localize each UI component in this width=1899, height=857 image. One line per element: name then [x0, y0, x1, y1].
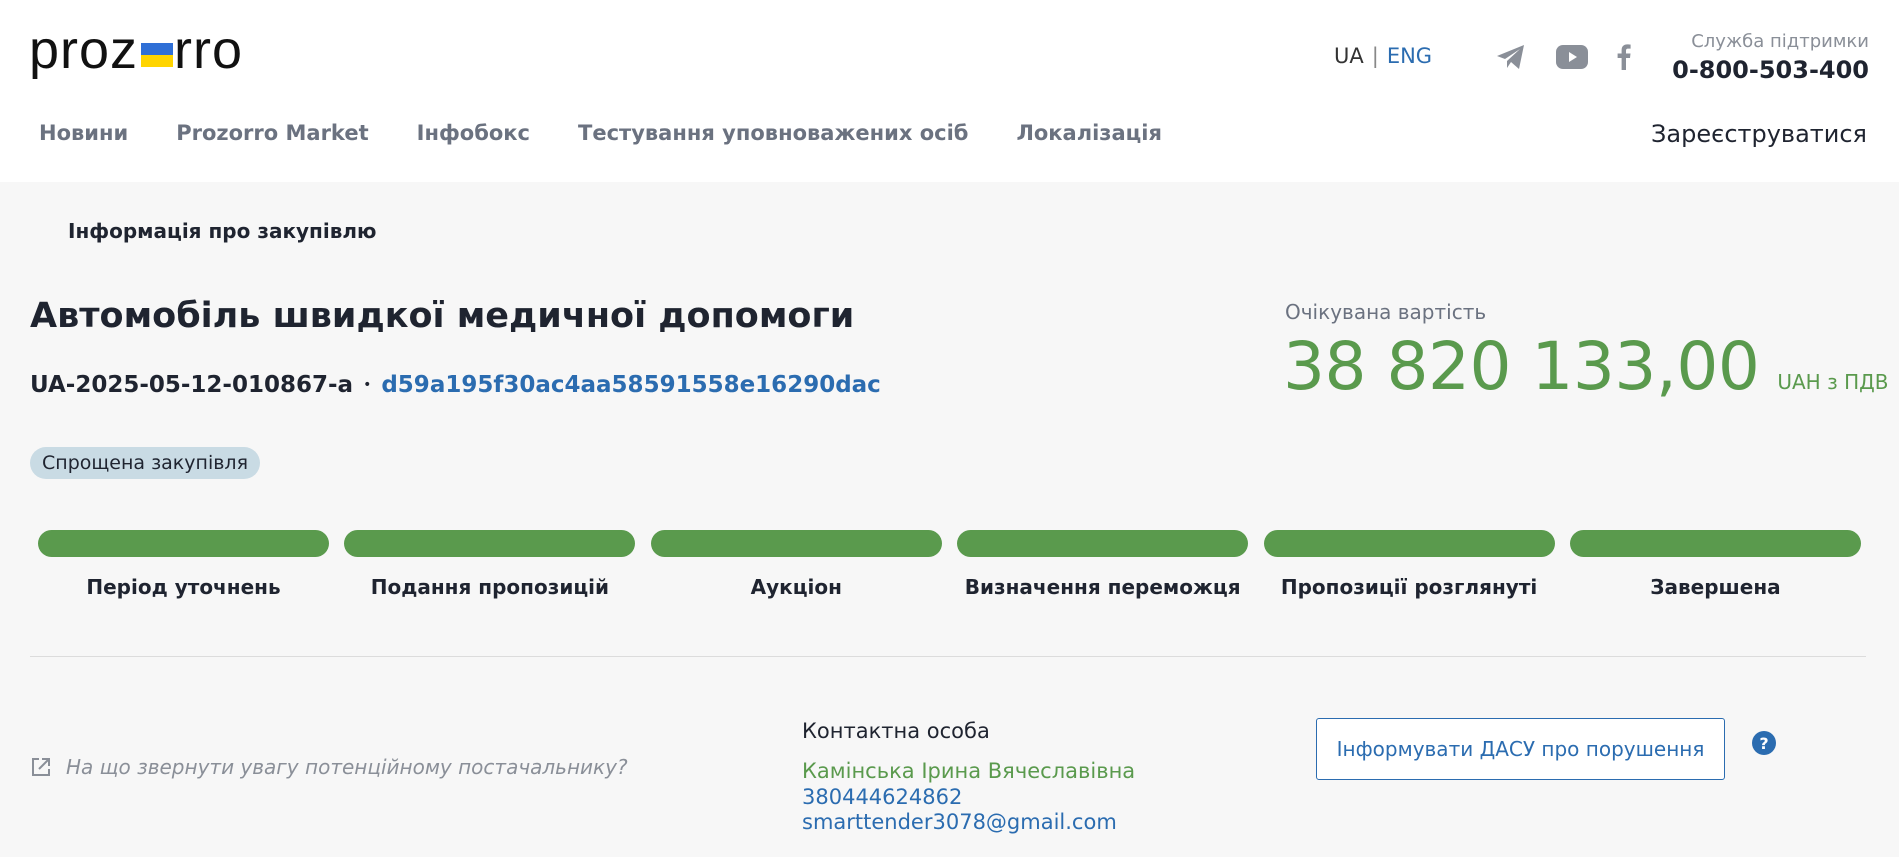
- status-step-bar: [1263, 530, 1555, 557]
- tender-title: Автомобіль швидкої медичної допомоги: [30, 296, 855, 336]
- lang-ua[interactable]: UA: [1334, 44, 1364, 68]
- prozorro-logo[interactable]: proz rro: [29, 20, 243, 80]
- logo-text-right: rro: [174, 20, 244, 80]
- inform-dasu-button[interactable]: Інформувати ДАСУ про порушення: [1316, 718, 1725, 780]
- status-step-label: Аукціон: [750, 575, 842, 599]
- contact-person: Контактна особа Камінська Ірина Вячеслав…: [802, 719, 1135, 834]
- lang-eng[interactable]: ENG: [1387, 44, 1432, 68]
- contact-phone[interactable]: 380444624862: [802, 785, 1135, 809]
- expected-value-label: Очікувана вартість: [1285, 300, 1487, 324]
- id-separator: •: [363, 377, 372, 393]
- support-label: Служба підтримки: [1691, 31, 1869, 52]
- flag-yellow-stripe: [141, 55, 174, 67]
- procedure-badge: Спрощена закупівля: [30, 447, 261, 479]
- contact-email[interactable]: smarttender3078@gmail.com: [802, 810, 1135, 834]
- status-step-label: Подання пропозицій: [370, 575, 610, 599]
- main-nav: Новини Prozorro Market Інфобокс Тестуван…: [39, 121, 1210, 145]
- tender-id: UA-2025-05-12-010867-a: [30, 372, 354, 398]
- status-step-label: Завершена: [1650, 575, 1781, 599]
- contact-name: Камінська Ірина Вячеславівна: [802, 759, 1136, 783]
- facebook-icon[interactable]: [1614, 40, 1634, 74]
- nav-item-testing[interactable]: Тестування уповноважених осіб: [578, 121, 968, 145]
- tender-main: Інформація про закупівлю Автомобіль швид…: [0, 182, 1899, 857]
- support-block: Служба підтримки 0-800-503-400: [1672, 31, 1869, 84]
- supplier-hint-text: На що звернути увагу потенційному постач…: [66, 755, 628, 779]
- status-step: Визначення переможця: [957, 530, 1249, 599]
- status-step: Подання пропозицій: [344, 530, 636, 599]
- status-step-bar: [650, 530, 942, 557]
- status-step-bar: [1569, 530, 1861, 557]
- expected-value: 38 820 133,00 UAH з ПДВ: [1283, 328, 1888, 405]
- nav-item-market[interactable]: Prozorro Market: [176, 121, 368, 145]
- support-phone[interactable]: 0-800-503-400: [1672, 56, 1869, 84]
- language-switcher: UA | ENG: [1334, 44, 1432, 68]
- status-step: Аукціон: [650, 530, 942, 599]
- logo-text-left: proz: [29, 20, 139, 80]
- flag-blue-stripe: [141, 43, 174, 55]
- status-step-label: Період уточнень: [86, 575, 281, 599]
- status-step: Пропозиції розглянуті: [1263, 530, 1555, 599]
- expected-value-amount: 38 820 133,00: [1283, 328, 1760, 405]
- ukraine-flag-icon: [141, 43, 174, 67]
- status-step-bar: [344, 530, 636, 557]
- tender-ids: UA-2025-05-12-010867-a • d59a195f30ac4aa…: [30, 372, 881, 398]
- status-step-label: Визначення переможця: [964, 575, 1241, 599]
- supplier-hint-link[interactable]: На що звернути увагу потенційному постач…: [30, 755, 628, 779]
- tender-status-steps: Період уточнень Подання пропозицій Аукці…: [38, 530, 1861, 599]
- expected-value-currency: UAH з ПДВ: [1777, 370, 1889, 394]
- site-header: proz rro UA | ENG Служба підтримки 0-800…: [0, 0, 1899, 182]
- status-step-bar: [957, 530, 1249, 557]
- section-title: Інформація про закупівлю: [68, 219, 377, 243]
- status-step: Завершена: [1569, 530, 1861, 599]
- contact-label: Контактна особа: [802, 719, 990, 743]
- status-step: Період уточнень: [38, 530, 329, 599]
- help-icon[interactable]: ?: [1752, 731, 1776, 755]
- external-link-icon: [32, 758, 50, 776]
- status-step-bar: [38, 530, 329, 557]
- lang-separator: |: [1371, 44, 1379, 68]
- youtube-icon[interactable]: [1555, 40, 1589, 74]
- nav-item-localization[interactable]: Локалізація: [1016, 121, 1162, 145]
- nav-item-infobox[interactable]: Інфобокс: [417, 121, 530, 145]
- section-divider: [30, 656, 1866, 657]
- status-step-label: Пропозиції розглянуті: [1280, 575, 1538, 599]
- register-link[interactable]: Зареєструватися: [1651, 120, 1867, 148]
- nav-item-news[interactable]: Новини: [39, 121, 128, 145]
- tender-hash-link[interactable]: d59a195f30ac4aa58591558e16290dac: [381, 372, 880, 398]
- telegram-icon[interactable]: [1494, 40, 1528, 74]
